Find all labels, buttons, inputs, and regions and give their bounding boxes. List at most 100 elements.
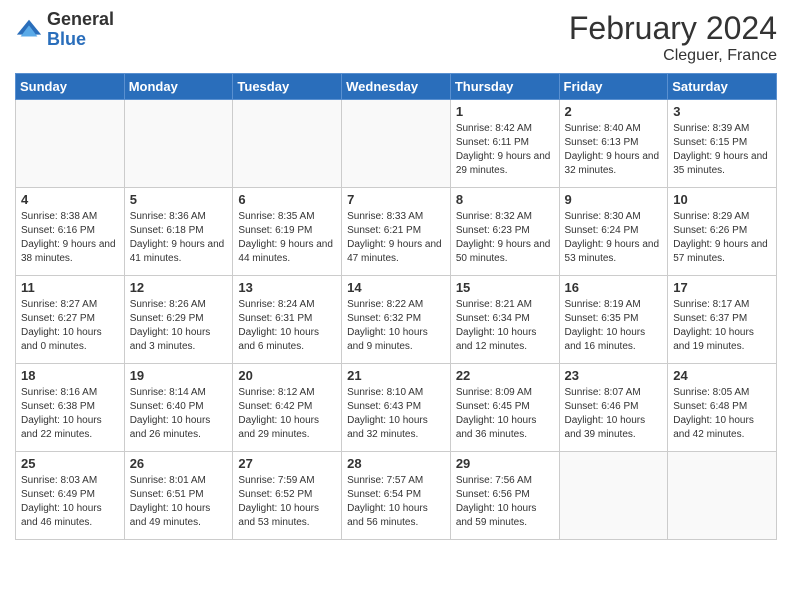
day-cell: 11 Sunrise: 8:27 AM Sunset: 6:27 PM Dayli… — [16, 276, 125, 364]
day-cell: 29 Sunrise: 7:56 AM Sunset: 6:56 PM Dayli… — [450, 452, 559, 540]
day-info: Sunrise: 7:56 AM Sunset: 6:56 PM Dayligh… — [456, 474, 554, 530]
day-info: Sunrise: 8:14 AM Sunset: 6:40 PM Dayligh… — [130, 386, 228, 442]
day-cell: 4Sunrise: 8:38 AM Sunset: 6:16 PM Daylig… — [16, 188, 125, 276]
day-info: Sunrise: 8:27 AM Sunset: 6:27 PM Dayligh… — [21, 298, 119, 354]
day-cell: 8 Sunrise: 8:32 AM Sunset: 6:23 PM Daylig… — [450, 188, 559, 276]
day-number: 16 — [565, 280, 663, 295]
day-number: 27 — [238, 456, 336, 471]
day-cell: 13 Sunrise: 8:24 AM Sunset: 6:31 PM Dayli… — [233, 276, 342, 364]
weekday-header-row: SundayMondayTuesdayWednesdayThursdayFrid… — [16, 74, 777, 100]
day-cell: 18 Sunrise: 8:16 AM Sunset: 6:38 PM Dayli… — [16, 364, 125, 452]
weekday-header-wednesday: Wednesday — [342, 74, 451, 100]
day-cell: 20Sunrise: 8:12 AM Sunset: 6:42 PM Dayli… — [233, 364, 342, 452]
day-cell: 17 Sunrise: 8:17 AM Sunset: 6:37 PM Dayli… — [668, 276, 777, 364]
weekday-header-saturday: Saturday — [668, 74, 777, 100]
page-header: General Blue February 2024 Cleguer, Fran… — [15, 10, 777, 65]
day-number: 4 — [21, 192, 119, 207]
week-row-2: 4Sunrise: 8:38 AM Sunset: 6:16 PM Daylig… — [16, 188, 777, 276]
day-number: 2 — [565, 104, 663, 119]
day-info: Sunrise: 7:57 AM Sunset: 6:54 PM Dayligh… — [347, 474, 445, 530]
day-cell: 3 Sunrise: 8:39 AM Sunset: 6:15 PM Daylig… — [668, 100, 777, 188]
day-info: Sunrise: 8:22 AM Sunset: 6:32 PM Dayligh… — [347, 298, 445, 354]
day-number: 14 — [347, 280, 445, 295]
day-info: Sunrise: 7:59 AM Sunset: 6:52 PM Dayligh… — [238, 474, 336, 530]
day-number: 8 — [456, 192, 554, 207]
day-number: 10 — [673, 192, 771, 207]
day-cell: 7 Sunrise: 8:33 AM Sunset: 6:21 PM Daylig… — [342, 188, 451, 276]
day-info: Sunrise: 8:33 AM Sunset: 6:21 PM Dayligh… — [347, 210, 445, 266]
day-cell: 5Sunrise: 8:36 AM Sunset: 6:18 PM Daylig… — [124, 188, 233, 276]
day-number: 21 — [347, 368, 445, 383]
day-cell: 21Sunrise: 8:10 AM Sunset: 6:43 PM Dayli… — [342, 364, 451, 452]
day-info: Sunrise: 8:03 AM Sunset: 6:49 PM Dayligh… — [21, 474, 119, 530]
day-number: 11 — [21, 280, 119, 295]
day-info: Sunrise: 8:19 AM Sunset: 6:35 PM Dayligh… — [565, 298, 663, 354]
week-row-3: 11 Sunrise: 8:27 AM Sunset: 6:27 PM Dayli… — [16, 276, 777, 364]
weekday-header-sunday: Sunday — [16, 74, 125, 100]
logo: General Blue — [15, 10, 114, 50]
calendar-subtitle: Cleguer, France — [569, 47, 777, 65]
day-cell — [559, 452, 668, 540]
day-cell: 25 Sunrise: 8:03 AM Sunset: 6:49 PM Dayli… — [16, 452, 125, 540]
calendar-table: SundayMondayTuesdayWednesdayThursdayFrid… — [15, 73, 777, 540]
day-number: 24 — [673, 368, 771, 383]
day-number: 17 — [673, 280, 771, 295]
logo-text: General Blue — [47, 10, 114, 50]
day-info: Sunrise: 8:36 AM Sunset: 6:18 PM Dayligh… — [130, 210, 228, 266]
day-cell: 6Sunrise: 8:35 AM Sunset: 6:19 PM Daylig… — [233, 188, 342, 276]
day-number: 13 — [238, 280, 336, 295]
day-cell: 24 Sunrise: 8:05 AM Sunset: 6:48 PM Dayli… — [668, 364, 777, 452]
day-info: Sunrise: 8:42 AM Sunset: 6:11 PM Dayligh… — [456, 122, 554, 178]
day-info: Sunrise: 8:39 AM Sunset: 6:15 PM Dayligh… — [673, 122, 771, 178]
day-info: Sunrise: 8:01 AM Sunset: 6:51 PM Dayligh… — [130, 474, 228, 530]
weekday-header-monday: Monday — [124, 74, 233, 100]
day-cell: 22 Sunrise: 8:09 AM Sunset: 6:45 PM Dayli… — [450, 364, 559, 452]
day-number: 22 — [456, 368, 554, 383]
day-number: 20 — [238, 368, 336, 383]
day-info: Sunrise: 8:17 AM Sunset: 6:37 PM Dayligh… — [673, 298, 771, 354]
day-cell — [233, 100, 342, 188]
day-info: Sunrise: 8:16 AM Sunset: 6:38 PM Dayligh… — [21, 386, 119, 442]
day-number: 29 — [456, 456, 554, 471]
day-cell: 9 Sunrise: 8:30 AM Sunset: 6:24 PM Daylig… — [559, 188, 668, 276]
day-info: Sunrise: 8:24 AM Sunset: 6:31 PM Dayligh… — [238, 298, 336, 354]
day-number: 25 — [21, 456, 119, 471]
day-cell — [124, 100, 233, 188]
day-info: Sunrise: 8:09 AM Sunset: 6:45 PM Dayligh… — [456, 386, 554, 442]
day-number: 7 — [347, 192, 445, 207]
day-number: 23 — [565, 368, 663, 383]
day-number: 18 — [21, 368, 119, 383]
day-number: 1 — [456, 104, 554, 119]
day-info: Sunrise: 8:26 AM Sunset: 6:29 PM Dayligh… — [130, 298, 228, 354]
day-cell: 10Sunrise: 8:29 AM Sunset: 6:26 PM Dayli… — [668, 188, 777, 276]
day-cell — [668, 452, 777, 540]
weekday-header-tuesday: Tuesday — [233, 74, 342, 100]
calendar-title: February 2024 — [569, 10, 777, 47]
day-cell — [16, 100, 125, 188]
day-info: Sunrise: 8:07 AM Sunset: 6:46 PM Dayligh… — [565, 386, 663, 442]
day-cell: 14 Sunrise: 8:22 AM Sunset: 6:32 PM Dayli… — [342, 276, 451, 364]
day-cell: 28 Sunrise: 7:57 AM Sunset: 6:54 PM Dayli… — [342, 452, 451, 540]
day-number: 19 — [130, 368, 228, 383]
day-cell: 19 Sunrise: 8:14 AM Sunset: 6:40 PM Dayli… — [124, 364, 233, 452]
week-row-4: 18 Sunrise: 8:16 AM Sunset: 6:38 PM Dayli… — [16, 364, 777, 452]
day-info: Sunrise: 8:40 AM Sunset: 6:13 PM Dayligh… — [565, 122, 663, 178]
week-row-5: 25 Sunrise: 8:03 AM Sunset: 6:49 PM Dayli… — [16, 452, 777, 540]
day-number: 3 — [673, 104, 771, 119]
logo-general: General — [47, 10, 114, 30]
logo-icon — [15, 16, 43, 44]
week-row-1: 1 Sunrise: 8:42 AM Sunset: 6:11 PM Daylig… — [16, 100, 777, 188]
day-info: Sunrise: 8:30 AM Sunset: 6:24 PM Dayligh… — [565, 210, 663, 266]
day-number: 28 — [347, 456, 445, 471]
day-cell: 16 Sunrise: 8:19 AM Sunset: 6:35 PM Dayli… — [559, 276, 668, 364]
day-number: 26 — [130, 456, 228, 471]
day-number: 6 — [238, 192, 336, 207]
day-cell: 2 Sunrise: 8:40 AM Sunset: 6:13 PM Daylig… — [559, 100, 668, 188]
day-cell — [342, 100, 451, 188]
day-cell: 27 Sunrise: 7:59 AM Sunset: 6:52 PM Dayli… — [233, 452, 342, 540]
day-number: 9 — [565, 192, 663, 207]
day-info: Sunrise: 8:05 AM Sunset: 6:48 PM Dayligh… — [673, 386, 771, 442]
day-info: Sunrise: 8:21 AM Sunset: 6:34 PM Dayligh… — [456, 298, 554, 354]
weekday-header-friday: Friday — [559, 74, 668, 100]
day-info: Sunrise: 8:32 AM Sunset: 6:23 PM Dayligh… — [456, 210, 554, 266]
